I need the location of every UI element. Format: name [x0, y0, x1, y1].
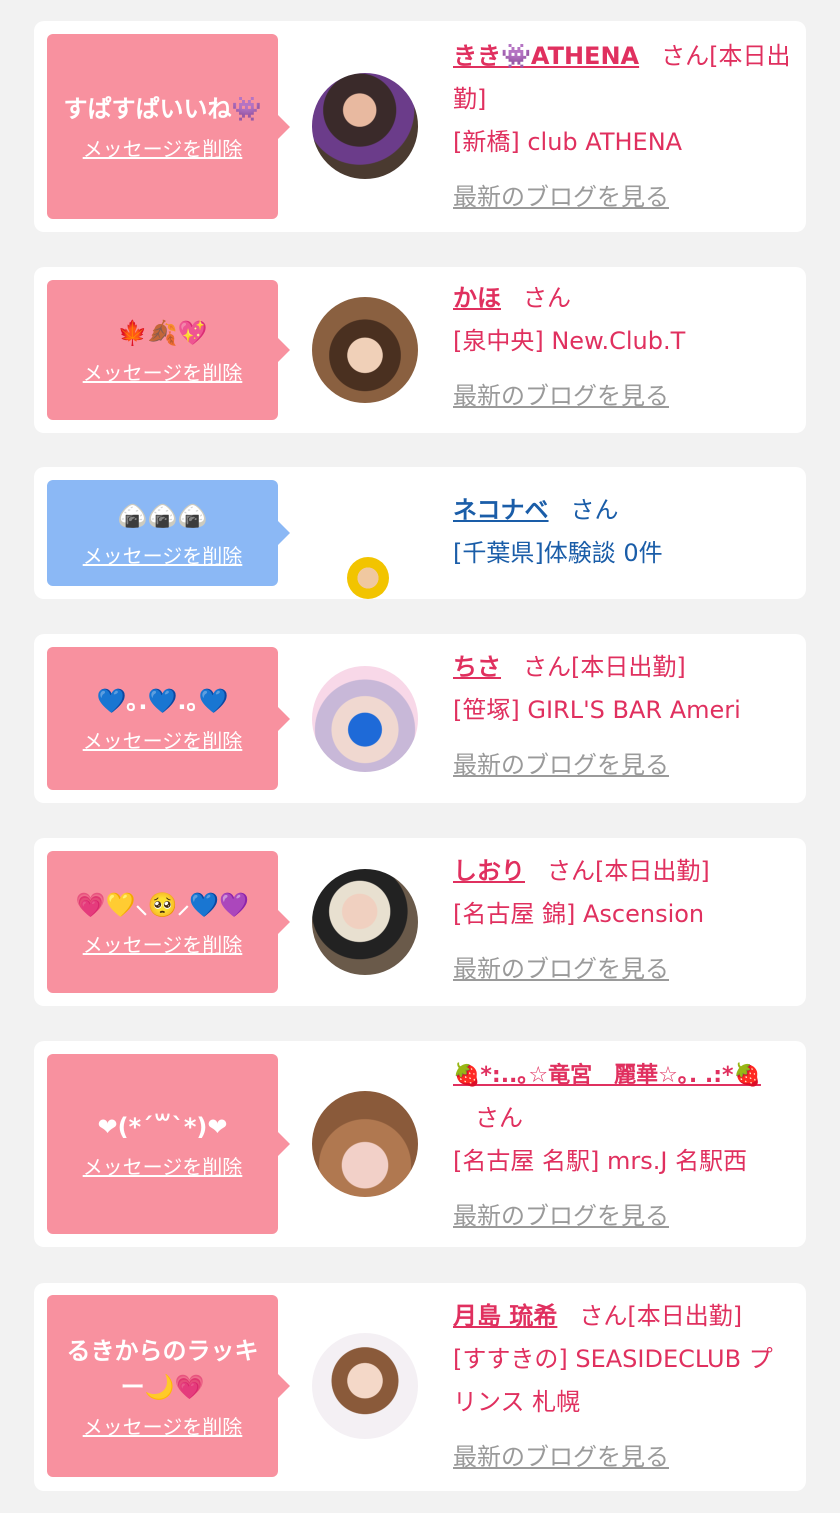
san-label: さん	[579, 1302, 628, 1330]
avatar[interactable]	[312, 869, 418, 975]
delete-message-link[interactable]: メッセージを削除	[83, 1411, 243, 1440]
avatar[interactable]	[312, 666, 418, 772]
delete-message-link[interactable]: メッセージを削除	[83, 133, 243, 162]
message-card: 💙｡.💙.｡💙 メッセージを削除 ちさ さん[本日出勤] [笹塚] GIRL'S …	[34, 634, 806, 803]
message-bubble: 🍁🍂💖 メッセージを削除	[47, 280, 290, 420]
message-bubble: 💙｡.💙.｡💙 メッセージを削除	[47, 647, 290, 790]
message-bubble: 💗💛⸜🥺⸝💙💜 メッセージを削除	[47, 851, 290, 993]
message-card: るきからのラッキー🌙💗 メッセージを削除 月島 琉希 さん[本日出勤] [すすきの…	[34, 1283, 806, 1491]
shop-label: [千葉県]体験談 0件	[453, 539, 663, 567]
san-label: さん	[475, 1104, 523, 1132]
cast-info: 🍓*:..｡☆竜宮 麗華☆｡. .:*🍓 さん [名古屋 名駅] mrs.J 名駅…	[453, 1053, 792, 1238]
shop-label: [笹塚] GIRL'S BAR Ameri	[453, 696, 741, 724]
cast-name-link[interactable]: ネコナベ	[453, 496, 549, 524]
delete-message-link[interactable]: メッセージを削除	[83, 357, 243, 386]
message-text: 💙｡.💙.｡💙	[96, 687, 229, 715]
message-bubble: るきからのラッキー🌙💗 メッセージを削除	[47, 1295, 290, 1477]
san-label: さん	[523, 284, 571, 312]
message-text: 🍙🍙🍙	[117, 501, 208, 530]
message-card: すぱすぱいいね👾 メッセージを削除 きき👾ATHENA さん[本日出勤] [新橋]…	[34, 21, 806, 232]
shop-label: [名古屋 錦] Ascension	[453, 900, 705, 928]
cast-name-link[interactable]: かほ	[453, 284, 501, 312]
avatar[interactable]	[312, 73, 418, 179]
cast-info: かほ さん [泉中央] New.Club.T 最新のブログを見る	[453, 277, 792, 418]
blog-link[interactable]: 最新のブログを見る	[453, 744, 792, 787]
message-card: ❤(*´꒳`*)❤ メッセージを削除 🍓*:..｡☆竜宮 麗華☆｡. .:*🍓 さ…	[34, 1041, 806, 1247]
cast-info: ネコナベ さん [千葉県]体験談 0件	[453, 489, 792, 575]
message-text: るきからのラッキー🌙💗	[66, 1336, 259, 1401]
avatar[interactable]	[312, 1333, 418, 1439]
avatar[interactable]	[347, 557, 389, 599]
cast-name-link[interactable]: 🍓*:..｡☆竜宮 麗華☆｡. .:*🍓	[453, 1063, 761, 1088]
cast-info: ちさ さん[本日出勤] [笹塚] GIRL'S BAR Ameri 最新のブログを…	[453, 646, 792, 787]
avatar[interactable]	[312, 297, 418, 403]
cast-info: 月島 琉希 さん[本日出勤] [すすきの] SEASIDECLUB プリンス 札幌…	[453, 1295, 792, 1479]
cast-name-link[interactable]: しおり	[453, 857, 525, 885]
status-label: [本日出勤]	[595, 857, 710, 885]
status-label: [本日出勤]	[571, 653, 686, 681]
message-card: 🍁🍂💖 メッセージを削除 かほ さん [泉中央] New.Club.T 最新のブロ…	[34, 267, 806, 433]
san-label: さん	[547, 857, 595, 885]
blog-link[interactable]: 最新のブログを見る	[453, 1195, 792, 1238]
message-text: ❤(*´꒳`*)❤	[97, 1112, 228, 1141]
message-text: 💗💛⸜🥺⸝💙💜	[75, 890, 250, 919]
message-bubble: すぱすぱいいね👾 メッセージを削除	[47, 34, 290, 219]
san-label: さん	[570, 496, 619, 524]
shop-label: [泉中央] New.Club.T	[453, 327, 686, 355]
shop-label: [すすきの] SEASIDECLUB プリンス 札幌	[453, 1345, 773, 1416]
blog-link[interactable]: 最新のブログを見る	[453, 375, 792, 418]
message-bubble: ❤(*´꒳`*)❤ メッセージを削除	[47, 1054, 290, 1234]
message-card: 💗💛⸜🥺⸝💙💜 メッセージを削除 しおり さん[本日出勤] [名古屋 錦] Asc…	[34, 838, 806, 1006]
cast-name-link[interactable]: 月島 琉希	[453, 1302, 557, 1330]
shop-label: [名古屋 名駅] mrs.J 名駅西	[453, 1147, 748, 1175]
status-label: [本日出勤]	[627, 1302, 743, 1330]
delete-message-link[interactable]: メッセージを削除	[83, 725, 243, 754]
delete-message-link[interactable]: メッセージを削除	[83, 929, 243, 958]
san-label: さん	[661, 42, 710, 70]
message-card: 🍙🍙🍙 メッセージを削除 ネコナベ さん [千葉県]体験談 0件	[34, 467, 806, 599]
message-text: すぱすぱいいね👾	[63, 95, 262, 123]
cast-name-link[interactable]: きき👾ATHENA	[453, 42, 639, 70]
delete-message-link[interactable]: メッセージを削除	[83, 1151, 243, 1180]
avatar[interactable]	[312, 1091, 418, 1197]
cast-info: きき👾ATHENA さん[本日出勤] [新橋] club ATHENA 最新のブロ…	[453, 35, 792, 219]
shop-label: [新橋] club ATHENA	[453, 128, 683, 156]
blog-link[interactable]: 最新のブログを見る	[453, 1436, 792, 1479]
message-text: 🍁🍂💖	[117, 318, 208, 347]
blog-link[interactable]: 最新のブログを見る	[453, 948, 792, 991]
delete-message-link[interactable]: メッセージを削除	[83, 540, 243, 569]
cast-name-link[interactable]: ちさ	[453, 653, 501, 681]
blog-link[interactable]: 最新のブログを見る	[453, 176, 792, 219]
message-bubble: 🍙🍙🍙 メッセージを削除	[47, 480, 290, 586]
san-label: さん	[523, 653, 571, 681]
cast-info: しおり さん[本日出勤] [名古屋 錦] Ascension 最新のブログを見る	[453, 850, 792, 991]
